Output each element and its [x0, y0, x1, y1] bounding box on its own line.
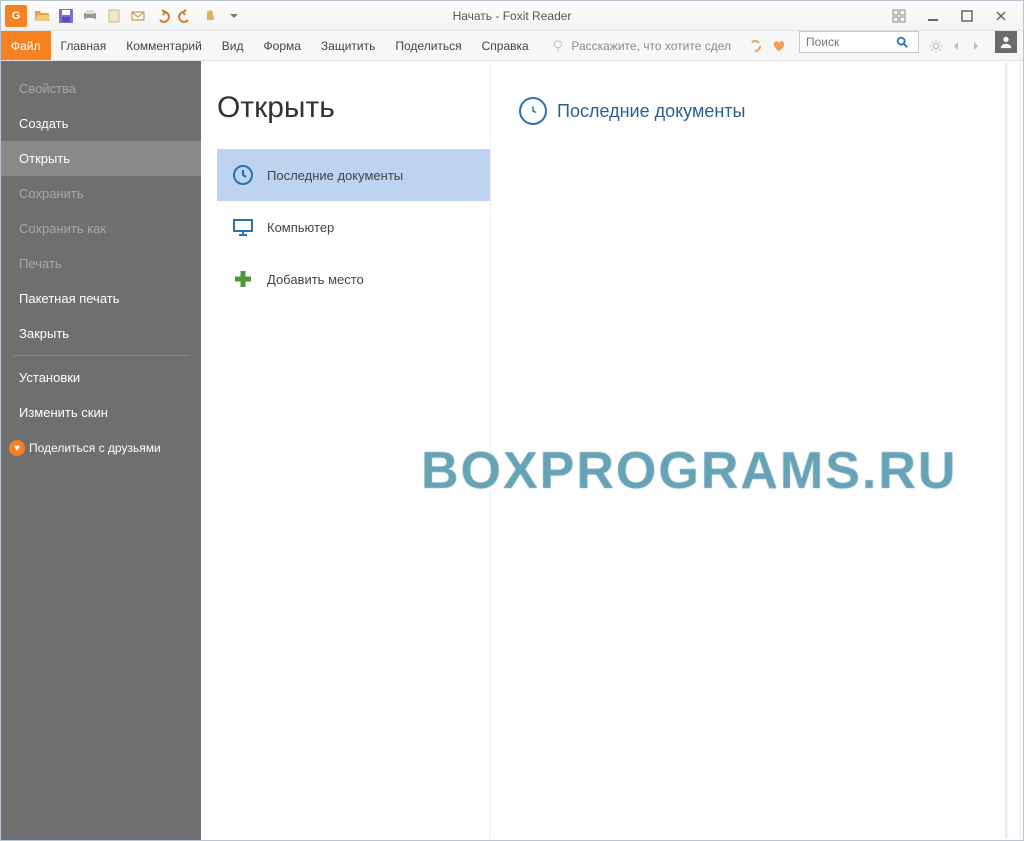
- clock-icon: [231, 163, 255, 187]
- ribbon-mini-icons: [739, 31, 795, 60]
- hand-tool-icon[interactable]: [199, 5, 221, 27]
- sidebar-share-label: Поделиться с друзьями: [29, 441, 161, 455]
- window-controls: [887, 6, 1023, 26]
- open-item-add-place-label: Добавить место: [267, 272, 364, 287]
- page-heading: Открыть: [217, 91, 490, 125]
- tab-file[interactable]: Файл: [1, 31, 51, 60]
- sidebar-divider: [13, 355, 189, 356]
- search-button[interactable]: [890, 32, 914, 52]
- tell-me-field[interactable]: Расскажите, что хотите сдел: [543, 31, 739, 60]
- tell-me-placeholder: Расскажите, что хотите сдел: [571, 39, 731, 53]
- sidebar-item-preferences[interactable]: Установки: [1, 360, 201, 395]
- heart-badge-icon: ♥: [9, 440, 25, 456]
- recent-documents-label: Последние документы: [557, 101, 745, 122]
- app-icon: G: [5, 5, 27, 27]
- loading-icon[interactable]: [745, 36, 765, 56]
- sidebar-item-batch-print[interactable]: Пакетная печать: [1, 281, 201, 316]
- tab-help[interactable]: Справка: [472, 31, 539, 60]
- close-button[interactable]: [989, 6, 1013, 26]
- maximize-button[interactable]: [955, 6, 979, 26]
- qat-dropdown-icon[interactable]: [223, 5, 245, 27]
- computer-icon: [231, 215, 255, 239]
- quick-access-toolbar: [31, 5, 245, 27]
- next-icon[interactable]: [967, 37, 985, 55]
- sidebar-item-create[interactable]: Создать: [1, 106, 201, 141]
- email-icon[interactable]: [127, 5, 149, 27]
- print-icon[interactable]: [79, 5, 101, 27]
- sidebar-item-open[interactable]: Открыть: [1, 141, 201, 176]
- vertical-scrollbar[interactable]: [1005, 63, 1021, 838]
- file-sidebar: Свойства Создать Открыть Сохранить Сохра…: [1, 61, 201, 840]
- main: Свойства Создать Открыть Сохранить Сохра…: [1, 61, 1023, 840]
- titlebar: G Начать - Foxit Reader: [1, 1, 1023, 31]
- tab-form[interactable]: Форма: [254, 31, 311, 60]
- tab-view[interactable]: Вид: [212, 31, 254, 60]
- open-icon[interactable]: [31, 5, 53, 27]
- open-locations: Открыть Последние документы Компьютер До…: [201, 61, 491, 840]
- user-icon[interactable]: [995, 31, 1017, 53]
- lightbulb-icon: [551, 39, 565, 53]
- recent-documents-heading: Последние документы: [519, 97, 1023, 125]
- sidebar-item-save-as: Сохранить как: [1, 211, 201, 246]
- open-item-recent-label: Последние документы: [267, 168, 403, 183]
- scrollbar-thumb[interactable]: [1008, 63, 1019, 838]
- open-item-computer[interactable]: Компьютер: [217, 201, 490, 253]
- open-item-add-place[interactable]: Добавить место: [217, 253, 490, 305]
- heart-icon[interactable]: [769, 36, 789, 56]
- open-item-recent[interactable]: Последние документы: [217, 149, 490, 201]
- ribbon-nav: [923, 31, 989, 60]
- blank-page-icon[interactable]: [103, 5, 125, 27]
- minimize-button[interactable]: [921, 6, 945, 26]
- sidebar-item-close[interactable]: Закрыть: [1, 316, 201, 351]
- tab-share[interactable]: Поделиться: [385, 31, 471, 60]
- ribbon-toggle-icon[interactable]: [887, 6, 911, 26]
- search-box[interactable]: [799, 31, 919, 53]
- content: Открыть Последние документы Компьютер До…: [201, 61, 1023, 840]
- gear-icon[interactable]: [927, 37, 945, 55]
- sidebar-item-change-skin[interactable]: Изменить скин: [1, 395, 201, 430]
- sidebar-item-print: Печать: [1, 246, 201, 281]
- ribbon: Файл Главная Комментарий Вид Форма Защит…: [1, 31, 1023, 61]
- undo-icon[interactable]: [151, 5, 173, 27]
- save-icon[interactable]: [55, 5, 77, 27]
- recent-documents-panel: Последние документы: [491, 61, 1023, 840]
- clock-large-icon: [519, 97, 547, 125]
- sidebar-item-share-friends[interactable]: ♥ Поделиться с друзьями: [1, 430, 201, 466]
- search-input[interactable]: [800, 35, 890, 49]
- tab-home[interactable]: Главная: [51, 31, 117, 60]
- sidebar-item-save: Сохранить: [1, 176, 201, 211]
- tab-comment[interactable]: Комментарий: [116, 31, 212, 60]
- plus-icon: [231, 267, 255, 291]
- prev-icon[interactable]: [947, 37, 965, 55]
- open-item-computer-label: Компьютер: [267, 220, 334, 235]
- tab-protect[interactable]: Защитить: [311, 31, 385, 60]
- redo-icon[interactable]: [175, 5, 197, 27]
- sidebar-item-properties: Свойства: [1, 71, 201, 106]
